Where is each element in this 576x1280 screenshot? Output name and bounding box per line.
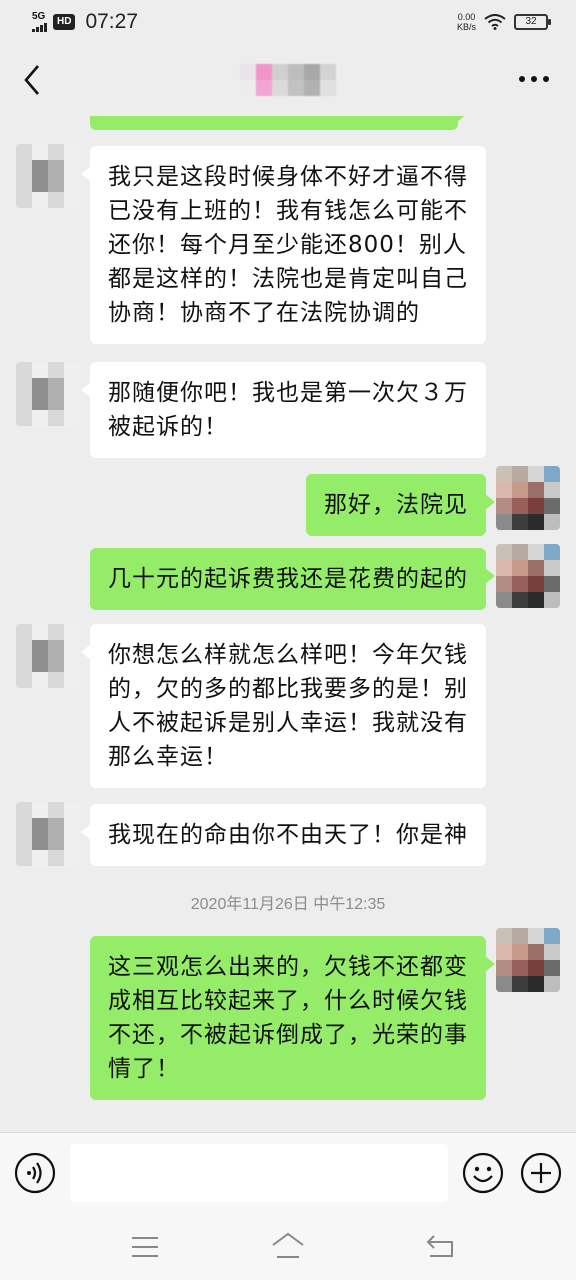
chat-messages[interactable]: 我只是这段时候身体不好才逼不得已没有上班的！我有钱怎么可能不还你！每个月至少能还… (0, 116, 576, 1132)
cellular-signal-icon: 5G (32, 12, 47, 32)
hd-badge: HD (53, 14, 76, 30)
emoji-icon[interactable] (462, 1152, 504, 1194)
voice-icon[interactable] (14, 1152, 56, 1194)
user-avatar[interactable] (496, 466, 560, 530)
incoming-message[interactable]: 那随便你吧！我也是第一次欠３万被起诉的！ (81, 362, 486, 458)
network-speed: 0.00 KB/s (456, 12, 476, 32)
contact-avatar[interactable] (16, 144, 80, 208)
back-icon[interactable] (424, 1232, 456, 1260)
message-timestamp: 2020年11月26日 中午12:35 (190, 896, 386, 913)
system-nav-bar (0, 1214, 576, 1280)
more-horizontal-icon[interactable] (518, 74, 550, 84)
message-input-bar (0, 1132, 576, 1214)
status-bar: 5G HD 07:27 0.00 KB/s 32 (0, 0, 576, 44)
previous-outgoing-bubble (90, 116, 467, 130)
contact-avatar[interactable] (16, 362, 80, 426)
wifi-icon (484, 14, 506, 30)
clock: 07:27 (85, 10, 139, 33)
outgoing-message[interactable]: 那好，法院见 (306, 474, 495, 536)
chevron-left-icon[interactable] (18, 62, 46, 98)
contact-name-blurred (240, 64, 336, 96)
outgoing-message[interactable]: 这三观怎么出来的，欠钱不还都变成相互比较起来了，什么时候欠钱不还，不被起诉倒成了… (90, 936, 495, 1100)
outgoing-message[interactable]: 几十元的起诉费我还是花费的起的 (90, 548, 495, 610)
battery-icon: 32 (514, 14, 551, 30)
chat-header (0, 44, 576, 116)
incoming-message[interactable]: 我现在的命由你不由天了！你是神 (81, 804, 486, 866)
contact-avatar[interactable] (16, 802, 80, 866)
message-input[interactable] (70, 1144, 448, 1202)
menu-icon[interactable] (130, 1234, 160, 1260)
incoming-message[interactable]: 我只是这段时候身体不好才逼不得已没有上班的！我有钱怎么可能不还你！每个月至少能还… (81, 146, 486, 344)
plus-circle-icon[interactable] (520, 1152, 562, 1194)
incoming-message[interactable]: 你想怎么样就怎么样吧！今年欠钱的，欠的多的都比我要多的是！别人不被起诉是别人幸运… (81, 624, 486, 788)
contact-avatar[interactable] (16, 624, 80, 688)
user-avatar[interactable] (496, 928, 560, 992)
user-avatar[interactable] (496, 544, 560, 608)
home-icon[interactable] (270, 1231, 306, 1261)
